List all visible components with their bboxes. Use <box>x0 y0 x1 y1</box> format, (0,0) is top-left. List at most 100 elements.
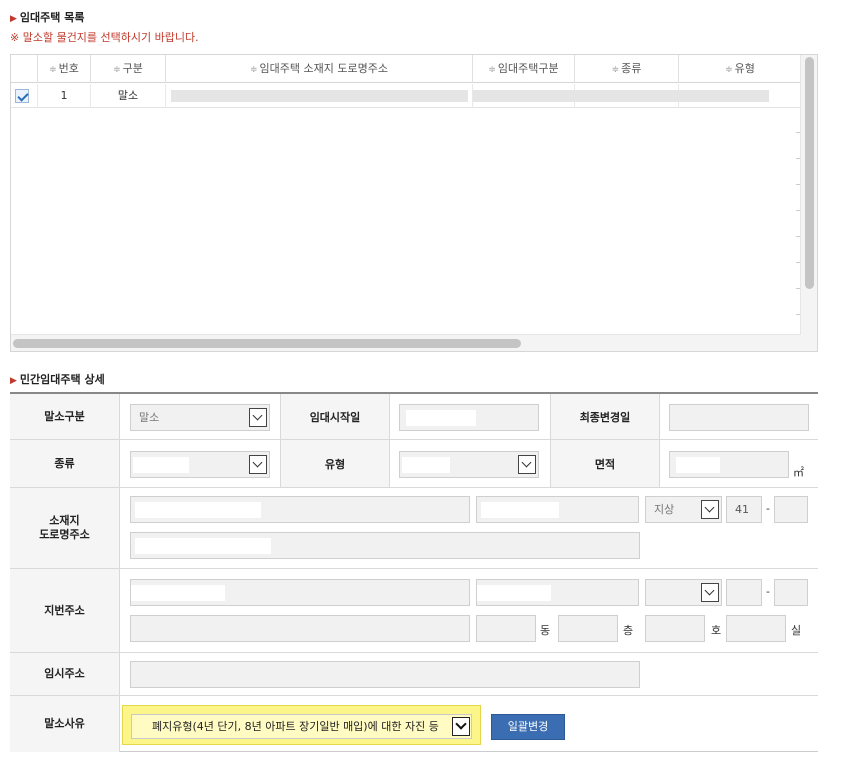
triangle-right-icon: ▶ <box>10 376 17 386</box>
label-kind: 종류 <box>10 440 120 487</box>
chevron-down-icon[interactable] <box>249 408 267 427</box>
header-label: 구분 <box>122 62 143 75</box>
building-main-no-value: 41 <box>735 503 749 516</box>
lot-detail-field[interactable] <box>130 615 470 642</box>
form-row-temp-address: 임시주소 <box>10 653 818 696</box>
triangle-right-icon: ▶ <box>10 14 17 24</box>
masked-value <box>679 90 769 102</box>
road-address-detail-field[interactable] <box>130 532 640 559</box>
sort-icon: ≑ <box>113 65 121 75</box>
road-address-field[interactable] <box>130 496 470 523</box>
header-label: 유형 <box>734 62 755 75</box>
floor-field[interactable] <box>558 615 618 642</box>
row-checkbox-cell <box>11 84 38 108</box>
form-row-lot-address: 지번주소 - 동 층 호 실 <box>10 569 818 653</box>
header-category[interactable]: ≑ 유형 <box>679 55 801 83</box>
row-kind <box>575 84 679 108</box>
form-row-road-address: 소재지 도로명주소 지상 41 - <box>10 488 818 569</box>
masked-value <box>133 457 189 473</box>
table-row[interactable]: 1 말소 <box>11 84 801 108</box>
sort-icon: ≑ <box>49 65 57 75</box>
lot-main-no[interactable] <box>726 579 762 606</box>
header-label: 번호 <box>58 62 79 75</box>
building-main-no[interactable]: 41 <box>726 496 762 523</box>
sort-icon: ≑ <box>611 65 620 75</box>
masked-value <box>477 585 551 601</box>
chevron-down-icon[interactable] <box>452 717 470 736</box>
building-sub-no[interactable] <box>774 496 808 523</box>
masked-value <box>131 585 225 601</box>
hyphen: - <box>766 585 770 598</box>
chevron-down-icon[interactable] <box>249 455 267 474</box>
sort-icon: ≑ <box>725 65 733 75</box>
row-type: 말소 <box>91 84 166 108</box>
ho-unit: 호 <box>711 624 722 637</box>
cancel-type-value: 말소 <box>139 411 160 424</box>
last-changed-field[interactable] <box>669 404 809 431</box>
label-cancel-reason: 말소사유 <box>10 696 120 752</box>
room-field[interactable] <box>726 615 786 642</box>
form-row-cancel-type: 말소구분 말소 임대시작일 최종변경일 <box>10 394 818 440</box>
chevron-down-icon[interactable] <box>518 455 536 474</box>
row-road-address <box>166 84 473 108</box>
row-no: 1 <box>38 84 91 108</box>
masked-value <box>171 90 468 102</box>
dong-field[interactable] <box>476 615 536 642</box>
masked-value <box>575 90 679 102</box>
row-checkbox[interactable] <box>15 89 29 103</box>
masked-value <box>481 502 559 518</box>
hyphen: - <box>766 502 770 515</box>
road-address-name-field[interactable] <box>476 496 639 523</box>
label-category: 유형 <box>280 440 390 487</box>
header-label: 종류 <box>621 62 642 75</box>
header-no[interactable]: ≑ 번호 <box>38 55 91 83</box>
sort-icon: ≑ <box>488 65 496 75</box>
row-category <box>679 84 801 108</box>
masked-value <box>135 502 261 518</box>
masked-value <box>676 457 720 473</box>
ho-field[interactable] <box>645 615 705 642</box>
cancel-type-select[interactable]: 말소 <box>130 404 270 431</box>
label-cancel-type: 말소구분 <box>10 394 120 439</box>
chevron-down-icon[interactable] <box>701 583 719 602</box>
label-temp-address: 임시주소 <box>10 653 120 695</box>
lot-sub-no[interactable] <box>774 579 808 606</box>
bulk-change-button[interactable]: 일괄변경 <box>491 714 565 740</box>
label-lot-address: 지번주소 <box>10 569 120 652</box>
detail-section-title: ▶ 민간임대주택 상세 <box>10 371 105 387</box>
header-label: 임대주택 소재지 도로명주소 <box>259 62 388 75</box>
rental-start-field[interactable] <box>399 404 539 431</box>
horizontal-scroll-thumb[interactable] <box>13 339 521 348</box>
lot-address-field[interactable] <box>130 579 470 606</box>
category-select[interactable] <box>399 451 539 478</box>
dong-unit: 동 <box>540 624 551 637</box>
temp-address-field[interactable] <box>130 661 640 688</box>
vertical-scrollbar[interactable] <box>800 55 817 351</box>
room-unit: 실 <box>791 624 802 637</box>
masked-value <box>406 410 476 426</box>
lot-mountain-select[interactable] <box>645 579 722 606</box>
area-field[interactable] <box>669 451 789 478</box>
kind-select[interactable] <box>130 451 270 478</box>
select-notice: ※ 말소할 물건지를 선택하시기 바랍니다. <box>10 31 199 44</box>
row-house-class <box>473 84 575 108</box>
header-road-address[interactable]: ≑ 임대주택 소재지 도로명주소 <box>166 55 473 83</box>
header-house-class[interactable]: ≑ 임대주택구분 <box>473 55 575 83</box>
label-rental-start: 임대시작일 <box>280 394 390 439</box>
ground-select[interactable]: 지상 <box>645 496 722 523</box>
cancel-reason-value: 폐지유형(4년 단기, 8년 아파트 장기일반 매입)에 대한 자진 등 <box>152 720 439 733</box>
chevron-down-icon[interactable] <box>701 500 719 519</box>
detail-form: 말소구분 말소 임대시작일 최종변경일 종류 유형 면적 ㎡ 소재지 도로명주소 <box>10 392 818 752</box>
floor-unit: 층 <box>623 624 634 637</box>
horizontal-scrollbar[interactable] <box>11 334 801 351</box>
list-section-title-text: 임대주택 목록 <box>19 11 85 24</box>
label-last-changed: 최종변경일 <box>550 394 660 439</box>
lot-address-name-field[interactable] <box>476 579 639 606</box>
header-type[interactable]: ≑ 구분 <box>91 55 166 83</box>
sort-icon: ≑ <box>250 65 258 75</box>
masked-value <box>473 90 575 102</box>
cancel-reason-select[interactable]: 폐지유형(4년 단기, 8년 아파트 장기일반 매입)에 대한 자진 등 <box>131 714 472 739</box>
header-kind[interactable]: ≑ 종류 <box>575 55 679 83</box>
vertical-scroll-thumb[interactable] <box>805 57 814 289</box>
list-section-title: ▶ 임대주택 목록 <box>10 9 84 25</box>
